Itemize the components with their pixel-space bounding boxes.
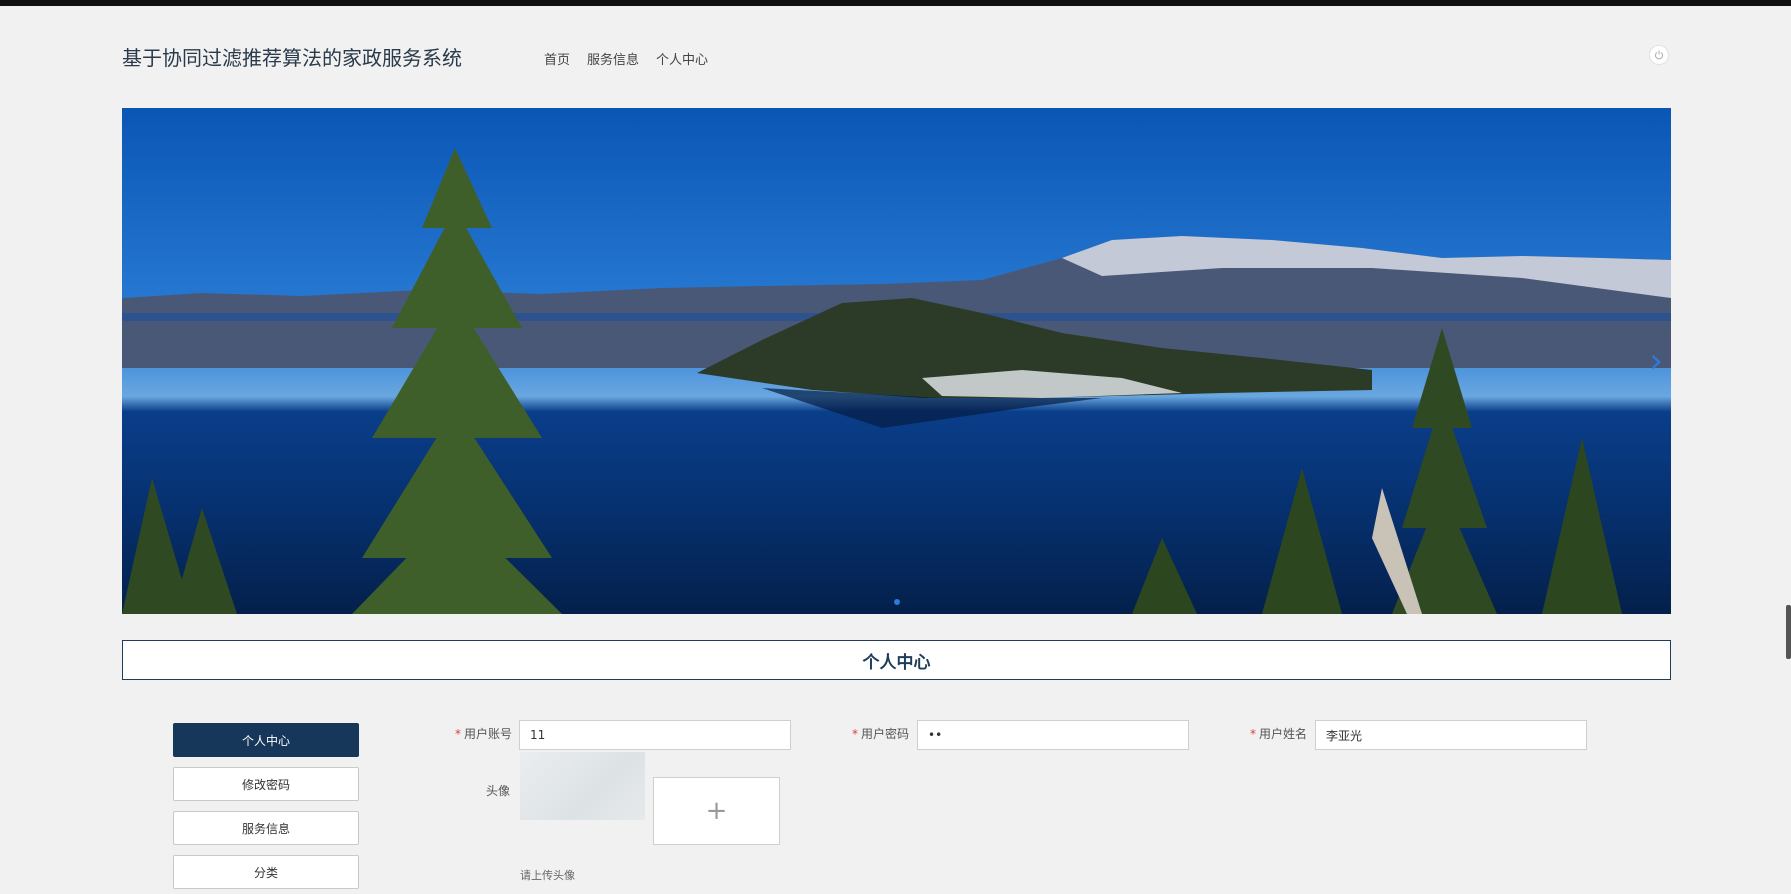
- password-field[interactable]: ••: [917, 720, 1189, 750]
- nav-home[interactable]: 首页: [544, 49, 570, 68]
- account-label: * 用户账号: [455, 727, 513, 741]
- top-bar: [0, 0, 1791, 6]
- avatar-upload-hint: 请上传头像: [520, 869, 575, 882]
- main-nav: 首页 服务信息 个人中心: [544, 49, 708, 68]
- account-field[interactable]: 11: [519, 720, 791, 750]
- sidebar-item-category[interactable]: 分类: [173, 855, 359, 889]
- sidebar-item-change-password[interactable]: 修改密码: [173, 767, 359, 801]
- avatar: [520, 752, 645, 820]
- carousel-indicator-dot[interactable]: [894, 599, 900, 605]
- nav-service-info[interactable]: 服务信息: [587, 49, 639, 68]
- password-label: * 用户密码: [852, 727, 910, 741]
- banner-carousel[interactable]: ›: [122, 108, 1671, 614]
- required-mark: *: [852, 727, 858, 741]
- site-title: 基于协同过滤推荐算法的家政服务系统: [122, 46, 462, 70]
- name-label: * 用户姓名: [1250, 727, 1308, 741]
- power-icon[interactable]: [1649, 45, 1669, 65]
- sidebar-item-service-info[interactable]: 服务信息: [173, 811, 359, 845]
- section-title: 个人中心: [122, 640, 1671, 680]
- avatar-upload-button[interactable]: +: [653, 777, 780, 845]
- sidebar-item-personal-center[interactable]: 个人中心: [173, 723, 359, 757]
- banner-image: [122, 148, 1671, 614]
- required-mark: *: [1250, 727, 1256, 741]
- nav-personal-center[interactable]: 个人中心: [656, 49, 708, 68]
- page-scrollbar[interactable]: [1786, 605, 1791, 659]
- name-field[interactable]: 李亚光: [1315, 720, 1587, 750]
- required-mark: *: [455, 727, 461, 741]
- power-icon-glyph: [1655, 50, 1663, 60]
- avatar-label: 头像: [486, 784, 511, 798]
- chevron-right-icon[interactable]: ›: [1649, 344, 1663, 378]
